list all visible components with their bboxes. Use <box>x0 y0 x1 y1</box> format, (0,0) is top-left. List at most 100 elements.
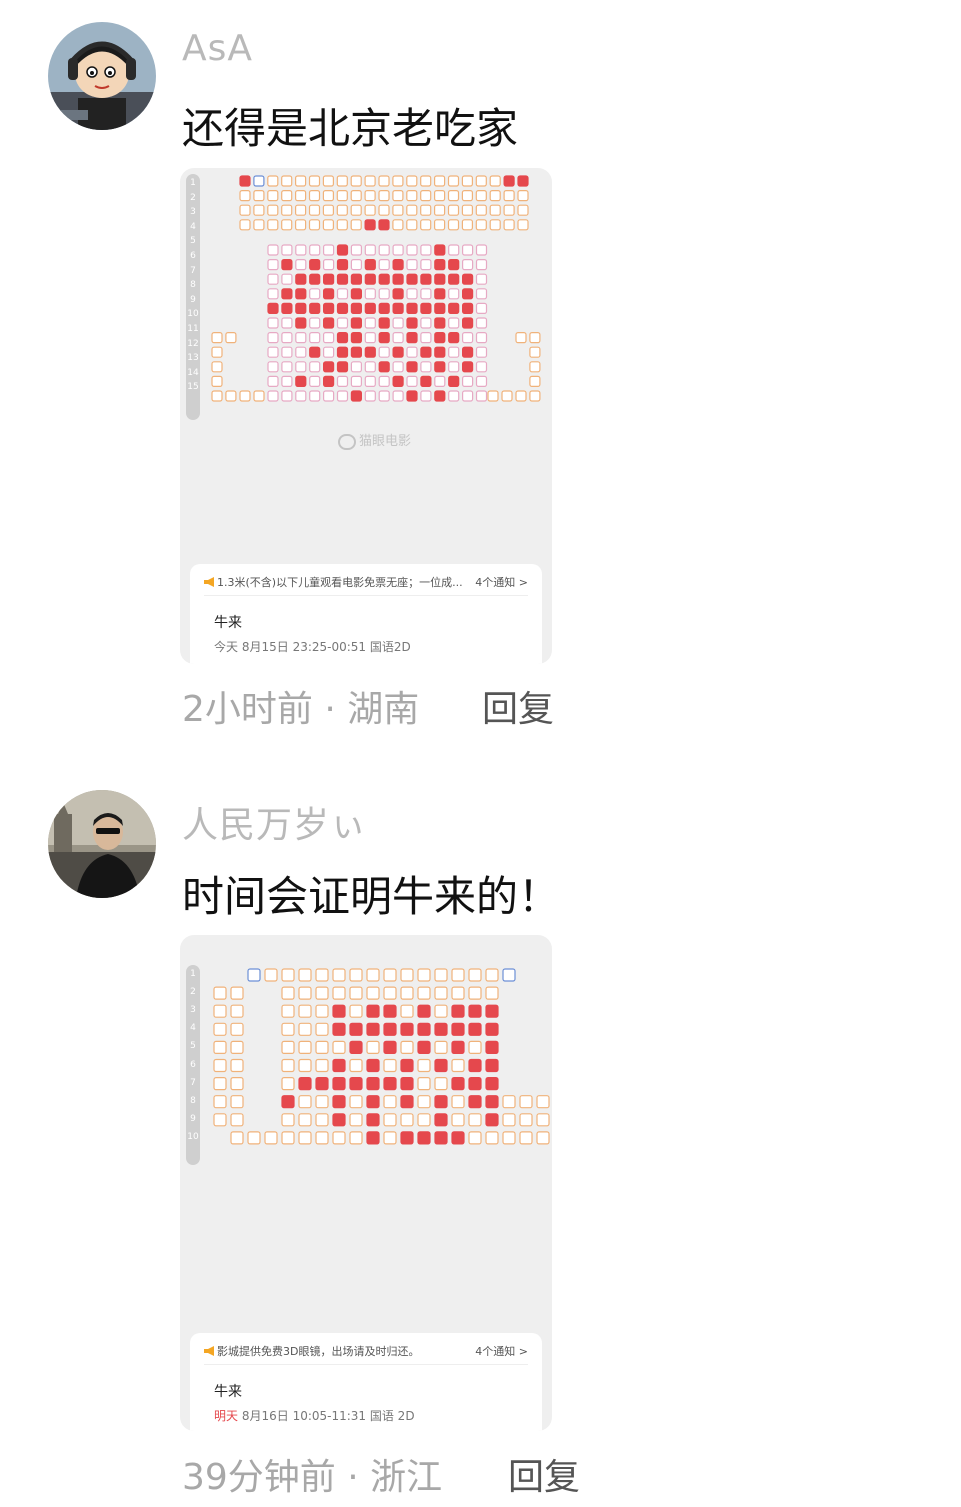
sold-seat <box>350 302 362 314</box>
seat <box>323 346 335 358</box>
sold-seat <box>392 273 404 285</box>
seat <box>298 1004 312 1018</box>
seat <box>364 204 376 216</box>
sold-seat <box>383 1022 397 1036</box>
seat <box>267 375 279 387</box>
showtime: 明天 8月16日 10:05-11:31 国语 2D <box>214 1407 415 1424</box>
seat <box>364 288 376 300</box>
seat <box>489 175 501 187</box>
seat <box>239 204 251 216</box>
seat <box>519 1095 533 1109</box>
sold-seat <box>468 1058 482 1073</box>
seat <box>378 175 390 187</box>
seat <box>230 1004 244 1018</box>
seat <box>239 190 251 202</box>
seat <box>451 1095 465 1109</box>
sold-seat <box>434 346 446 358</box>
seat <box>247 1131 261 1145</box>
seat <box>536 1131 550 1145</box>
sold-seat <box>392 375 404 387</box>
seat <box>468 986 482 1000</box>
notice-bar[interactable]: 1.3米(不含)以下儿童观看电影免票无座；一位成... 4个通知 > <box>204 574 528 596</box>
seat <box>213 986 227 1000</box>
sold-seat <box>336 302 349 314</box>
seat <box>309 288 321 300</box>
seat <box>392 244 404 256</box>
seat <box>281 332 293 344</box>
seat <box>322 204 334 216</box>
notice-count[interactable]: 4个通知 > <box>475 574 528 590</box>
sold-seat <box>434 1022 448 1036</box>
sold-seat <box>366 1077 380 1091</box>
notice-bar[interactable]: 影城提供免费3D眼镜，出场请及时归还。 4个通知 > <box>204 1343 528 1365</box>
seat <box>298 1095 312 1109</box>
seat <box>468 1113 482 1127</box>
seat <box>517 219 529 231</box>
seat <box>420 204 432 216</box>
seat <box>253 219 265 231</box>
sold-seat <box>485 1058 499 1073</box>
seat <box>400 1113 414 1127</box>
seat <box>434 968 448 982</box>
seat-map <box>213 968 550 1145</box>
time-location: 2小时前 · 湖南 <box>182 689 420 730</box>
ticket-screenshot[interactable]: 1 2 3 4 5 6 7 8 9 10 11 12 13 14 15 猫眼电影 1.3米(不含)以下儿童观… <box>180 168 552 664</box>
seat <box>406 190 418 202</box>
seat <box>281 219 293 231</box>
seat <box>378 204 390 216</box>
seat <box>322 190 334 202</box>
notice-count[interactable]: 4个通知 > <box>475 1343 528 1359</box>
seat <box>267 361 279 373</box>
seat <box>332 1131 346 1145</box>
avatar[interactable] <box>48 22 156 130</box>
sold-seat <box>281 258 293 271</box>
seat <box>461 219 473 231</box>
seat <box>448 346 460 358</box>
photo-avatar-icon <box>48 790 156 898</box>
seat <box>475 317 488 329</box>
ticket-screenshot[interactable]: 1 2 3 4 5 6 7 8 9 10 影城提供免费3D眼镜，出场请及时归还。 4个通知 > 牛… <box>180 935 552 1431</box>
seat <box>211 361 223 373</box>
seat <box>406 175 418 187</box>
seat <box>309 361 321 373</box>
sold-seat <box>417 1022 431 1036</box>
seat <box>392 390 404 402</box>
sold-seat <box>417 1040 431 1055</box>
seat <box>267 332 279 344</box>
seat <box>475 375 488 387</box>
seat <box>451 1113 465 1127</box>
username[interactable]: AsA <box>182 28 253 69</box>
seat <box>364 317 376 329</box>
reply-button[interactable]: 回复 <box>508 1448 580 1500</box>
seat <box>529 361 541 373</box>
sold-seat <box>378 332 390 344</box>
seat <box>420 390 432 402</box>
avatar[interactable] <box>48 790 156 898</box>
sold-seat <box>350 346 362 358</box>
sold-seat <box>378 302 390 314</box>
sold-seat <box>462 317 474 329</box>
sold-seat <box>350 273 362 285</box>
seat <box>298 1040 312 1055</box>
seat <box>392 317 404 329</box>
sold-seat <box>295 317 307 329</box>
seat <box>448 244 460 256</box>
sold-seat <box>517 175 529 187</box>
seat <box>503 219 515 231</box>
reply-button[interactable]: 回复 <box>482 680 554 732</box>
movie-title: 牛来 <box>214 615 242 631</box>
seat <box>475 258 488 271</box>
username[interactable]: 人民万岁ぃ <box>182 796 367 848</box>
seat <box>349 1131 363 1145</box>
seat <box>349 1058 363 1073</box>
sold-seat <box>239 175 251 187</box>
sold-seat <box>420 302 432 314</box>
seat <box>502 1131 516 1145</box>
sold-seat <box>378 219 390 231</box>
sold-seat <box>309 346 321 358</box>
sold-seat <box>295 288 307 300</box>
sold-seat <box>420 346 432 358</box>
seat <box>350 375 362 387</box>
seat <box>461 175 473 187</box>
seat <box>350 219 362 231</box>
